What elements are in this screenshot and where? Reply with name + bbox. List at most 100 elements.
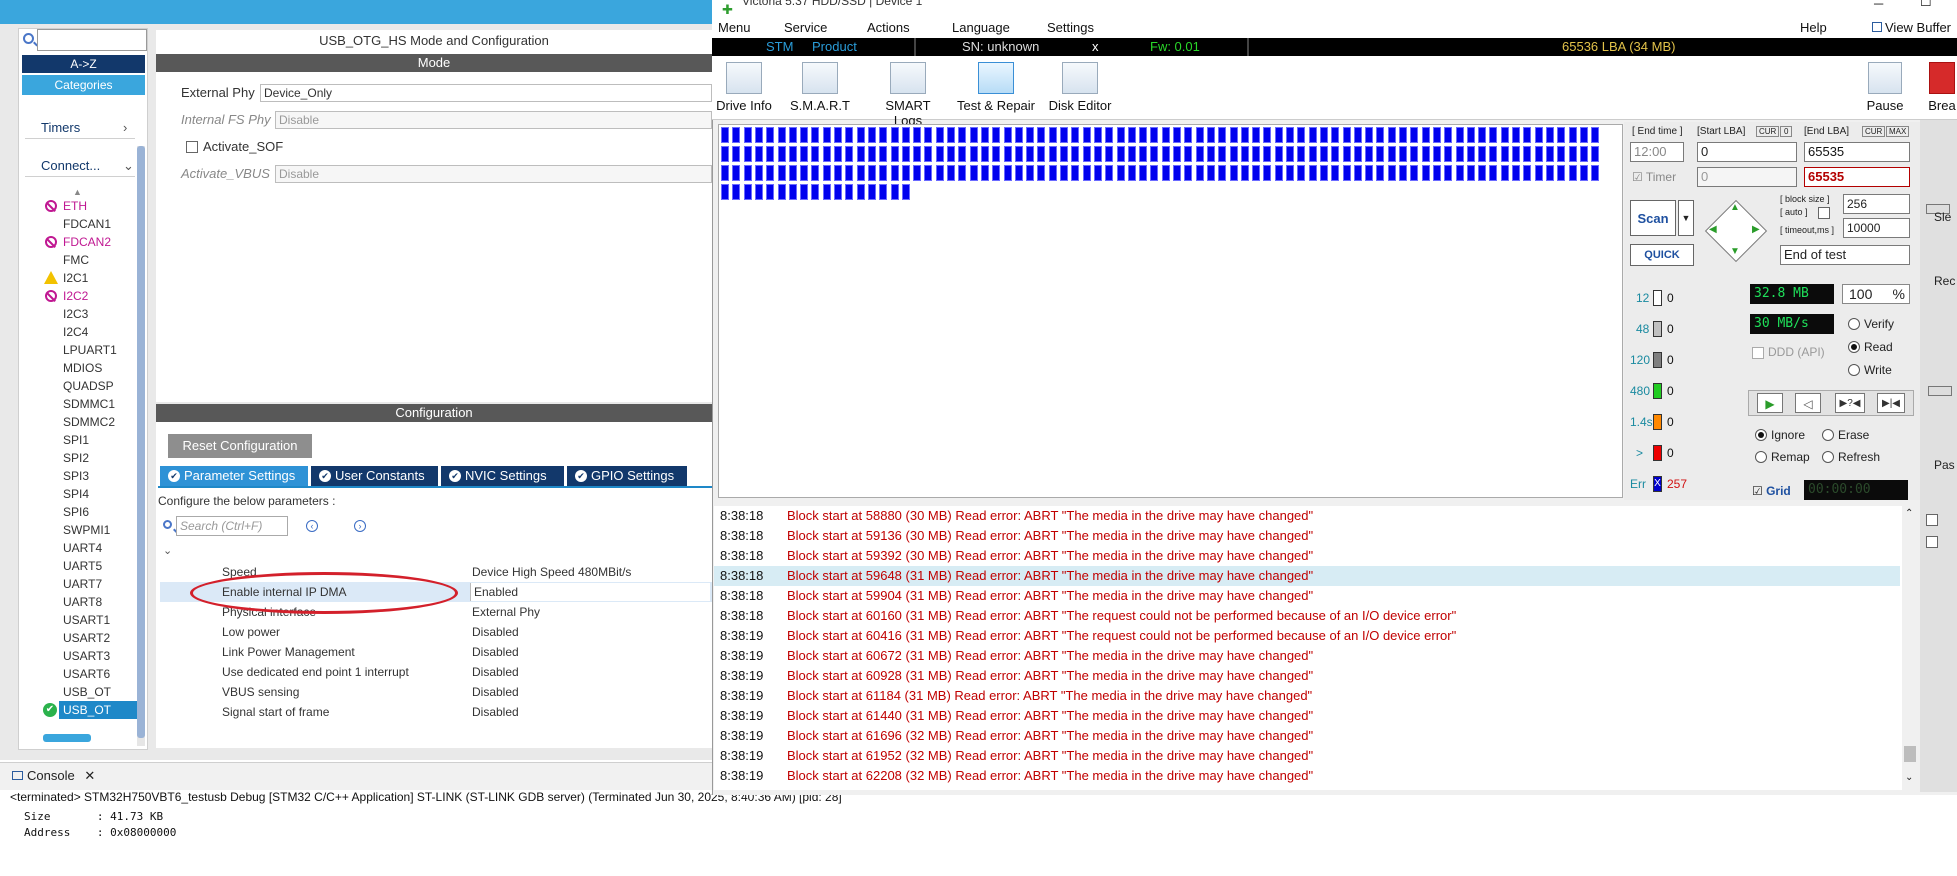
- rewind-icon[interactable]: ◁: [1795, 393, 1821, 413]
- start-cur-button[interactable]: CUR: [1756, 126, 1780, 137]
- parameter-search-input[interactable]: Search (Ctrl+F): [176, 516, 288, 536]
- log-row[interactable]: 8:38:19 Block start at 60928 (31 MB) Read…: [714, 666, 1900, 686]
- category-item[interactable]: QUADSP: [63, 377, 114, 395]
- category-item[interactable]: UART8: [63, 593, 102, 611]
- category-item[interactable]: UART4: [63, 539, 102, 557]
- category-item[interactable]: FDCAN2: [45, 233, 111, 251]
- category-item[interactable]: ✔ USB_OT: [43, 701, 137, 719]
- log-scrollbar-thumb[interactable]: [1904, 746, 1916, 762]
- category-item[interactable]: MDIOS: [63, 359, 102, 377]
- maximize-icon[interactable]: ☐: [1920, 0, 1932, 10]
- category-item[interactable]: I2C4: [63, 323, 88, 341]
- recalibrate-button[interactable]: Rec: [1934, 274, 1955, 288]
- menu-language[interactable]: Language: [952, 20, 1010, 35]
- log-row[interactable]: 8:38:19 Block start at 60672 (31 MB) Read…: [714, 646, 1900, 666]
- passport-button[interactable]: Pas: [1934, 458, 1955, 472]
- scan-dropdown-icon[interactable]: ▼: [1678, 200, 1694, 236]
- category-item[interactable]: UART7: [63, 575, 102, 593]
- start-zero-button[interactable]: 0: [1780, 126, 1793, 137]
- side-checkbox-1[interactable]: [1926, 514, 1938, 526]
- parameter-row[interactable]: Signal start of frame Disabled: [160, 702, 712, 722]
- log-row[interactable]: 8:38:18 Block start at 59392 (30 MB) Read…: [714, 546, 1900, 566]
- timer-checkbox[interactable]: ☑ Timer: [1632, 170, 1676, 184]
- start-lba-input[interactable]: 0: [1697, 142, 1797, 162]
- category-item[interactable]: ETH: [45, 197, 87, 215]
- category-item[interactable]: SPI1: [63, 431, 89, 449]
- log-row[interactable]: 8:38:19 Block start at 61440 (31 MB) Read…: [714, 706, 1900, 726]
- minimize-icon[interactable]: ─: [1874, 0, 1883, 11]
- tab-parameter-settings[interactable]: Parameter Settings: [160, 466, 308, 486]
- category-item[interactable]: SPI3: [63, 467, 89, 485]
- disk-editor-button[interactable]: Disk Editor: [1044, 62, 1116, 113]
- test-repair-button[interactable]: Test & Repair: [956, 62, 1036, 113]
- sleep-button[interactable]: Sle: [1934, 210, 1951, 224]
- category-item[interactable]: SDMMC2: [63, 413, 115, 431]
- end-time-spinner[interactable]: 12:00: [1630, 142, 1684, 162]
- menu-service[interactable]: Service: [784, 20, 827, 35]
- timer-input[interactable]: 0: [1697, 167, 1797, 187]
- category-item[interactable]: UART5: [63, 557, 102, 575]
- arrow-up-icon[interactable]: ▲: [1730, 202, 1740, 213]
- parameter-row[interactable]: Use dedicated end point 1 interrupt Disab…: [160, 662, 712, 682]
- scroll-down-icon[interactable]: ⌄: [1905, 772, 1913, 783]
- arrow-right-icon[interactable]: ▶: [1752, 224, 1760, 235]
- external-phy-select[interactable]: Device_Only: [260, 84, 712, 102]
- category-item[interactable]: SWPMI1: [63, 521, 110, 539]
- reset-configuration-button[interactable]: Reset Configuration: [168, 434, 312, 458]
- end-of-test-select[interactable]: End of test: [1780, 245, 1910, 265]
- internal-fs-phy-select[interactable]: Disable: [275, 111, 712, 129]
- category-scrollbar-thumb[interactable]: [137, 146, 145, 738]
- block-size-select[interactable]: 256: [1843, 194, 1910, 214]
- end-max-button[interactable]: MAX: [1886, 126, 1910, 137]
- log-row[interactable]: 8:38:19 Block start at 61696 (32 MB) Read…: [714, 726, 1900, 746]
- log-scrollbar[interactable]: ⌃ ⌄: [1902, 506, 1918, 790]
- log-row[interactable]: 8:38:18 Block start at 59136 (30 MB) Read…: [714, 526, 1900, 546]
- sort-az-button[interactable]: A->Z: [22, 55, 145, 73]
- category-item[interactable]: I2C1: [44, 269, 88, 287]
- log-row[interactable]: 8:38:19 Block start at 62208 (32 MB) Read…: [714, 766, 1900, 786]
- view-buffer-menu[interactable]: View Buffer: [1872, 20, 1951, 35]
- search-previous-icon[interactable]: ‹: [306, 520, 318, 532]
- category-item[interactable]: SDMMC1: [63, 395, 115, 413]
- activate-sof-checkbox[interactable]: [186, 141, 198, 153]
- activate-vbus-select[interactable]: Disable: [275, 165, 712, 183]
- menu-settings[interactable]: Settings: [1047, 20, 1094, 35]
- auto-block-checkbox[interactable]: [1818, 207, 1830, 219]
- group-timers[interactable]: Timers ›: [25, 117, 135, 139]
- category-item[interactable]: USART3: [63, 647, 110, 665]
- ignore-radio[interactable]: [1755, 429, 1767, 441]
- log-row[interactable]: 8:38:18 Block start at 58880 (30 MB) Read…: [714, 506, 1900, 526]
- scan-button[interactable]: Scan: [1630, 200, 1676, 236]
- timeout-select[interactable]: 10000: [1843, 218, 1910, 238]
- search-next-icon[interactable]: ›: [354, 520, 366, 532]
- category-item[interactable]: USART1: [63, 611, 110, 629]
- log-row[interactable]: 8:38:19 Block start at 60416 (31 MB) Read…: [714, 626, 1900, 646]
- side-slider[interactable]: [1928, 386, 1952, 396]
- categories-button[interactable]: Categories: [22, 75, 145, 95]
- arrow-down-icon[interactable]: ▼: [1730, 246, 1740, 257]
- log-row[interactable]: 8:38:19 Block start at 61184 (31 MB) Read…: [714, 686, 1900, 706]
- collapse-chevron-icon[interactable]: ⌄: [163, 544, 172, 557]
- log-row[interactable]: 8:38:18 Block start at 60160 (31 MB) Read…: [714, 606, 1900, 626]
- smart-button[interactable]: S.M.A.R.T: [790, 62, 850, 113]
- search-icon[interactable]: [21, 31, 35, 45]
- category-item[interactable]: SPI2: [63, 449, 89, 467]
- pause-button[interactable]: Pause: [1860, 62, 1910, 113]
- arrow-left-icon[interactable]: ◀: [1709, 224, 1717, 235]
- refresh-radio[interactable]: [1822, 451, 1834, 463]
- parameter-row[interactable]: VBUS sensing Disabled: [160, 682, 712, 702]
- menu-menu[interactable]: Menu: [718, 20, 751, 35]
- log-row[interactable]: 8:38:19 Block start at 61952 (32 MB) Read…: [714, 746, 1900, 766]
- end-lba-input[interactable]: 65535: [1804, 142, 1910, 162]
- status-close-icon[interactable]: x: [1092, 38, 1099, 56]
- tab-user-constants[interactable]: User Constants: [311, 466, 438, 486]
- verify-radio[interactable]: [1848, 318, 1860, 330]
- write-radio[interactable]: [1848, 364, 1860, 376]
- menu-actions[interactable]: Actions: [867, 20, 910, 35]
- category-item[interactable]: USART6: [63, 665, 110, 683]
- category-item[interactable]: FMC: [63, 251, 89, 269]
- grid-checkbox[interactable]: ☑ Grid: [1752, 484, 1791, 498]
- erase-radio[interactable]: [1822, 429, 1834, 441]
- ddd-api-checkbox[interactable]: [1752, 347, 1764, 359]
- drive-info-button[interactable]: Drive Info: [714, 62, 774, 113]
